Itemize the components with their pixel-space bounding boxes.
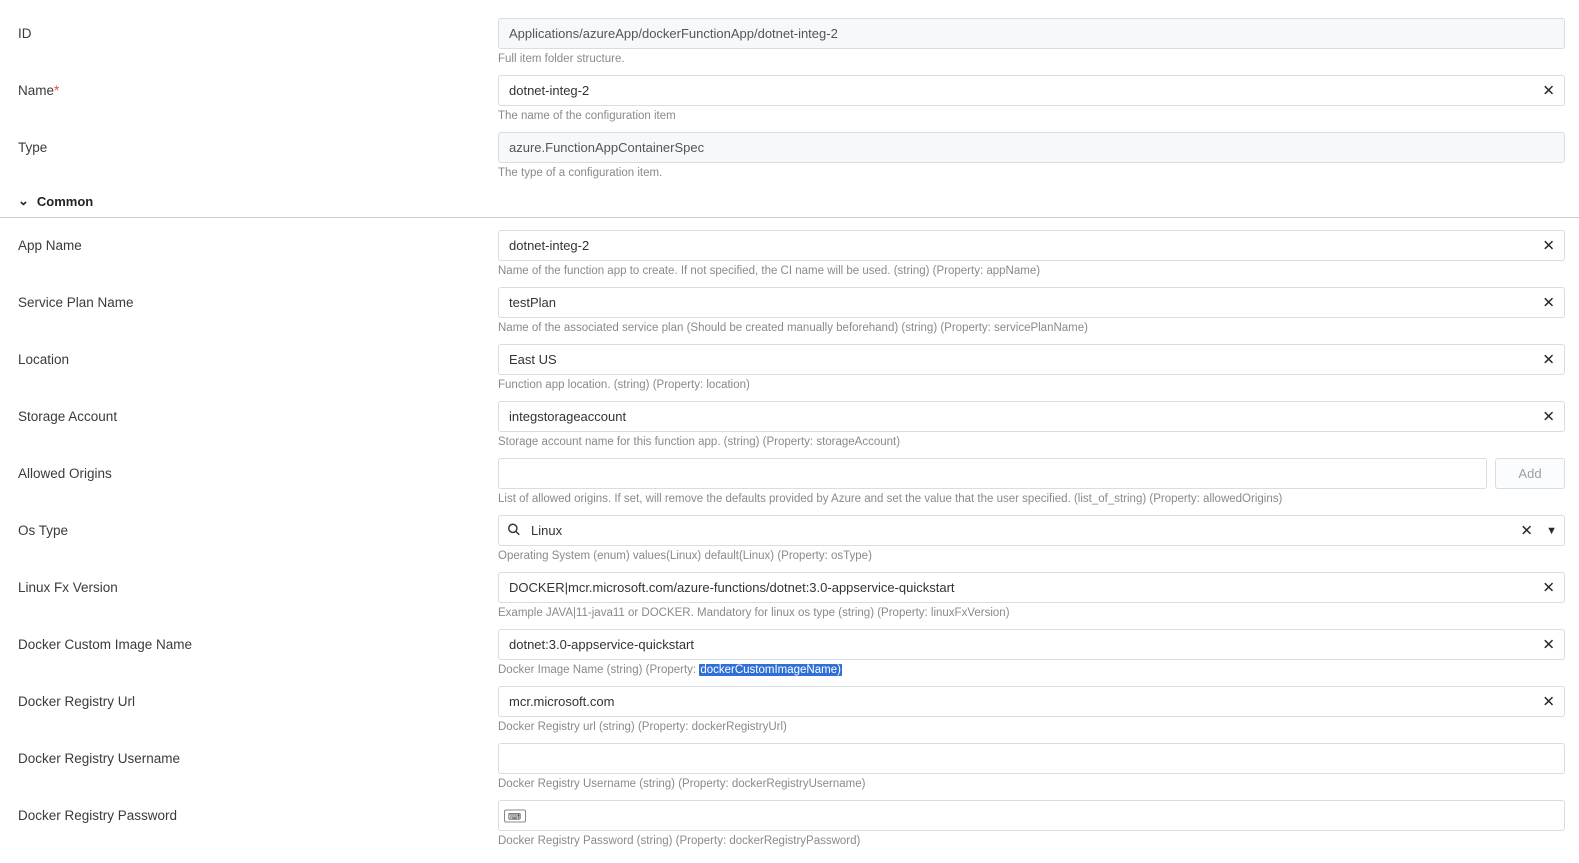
appname-clear-icon[interactable]: ✕: [1538, 234, 1559, 257]
name-clear-icon[interactable]: ✕: [1538, 79, 1559, 102]
allowedorigins-input[interactable]: [498, 458, 1487, 489]
registryuser-input[interactable]: [498, 743, 1565, 774]
linuxfx-input[interactable]: [498, 572, 1565, 603]
storage-clear-icon[interactable]: ✕: [1538, 405, 1559, 428]
registrypw-input[interactable]: [498, 800, 1565, 831]
registryurl-help: Docker Registry url (string) (Property: …: [498, 721, 1565, 733]
type-label: Type: [18, 132, 498, 155]
id-label: ID: [18, 18, 498, 41]
appname-label: App Name: [18, 230, 498, 253]
ostype-clear-icon[interactable]: ✕: [1516, 519, 1537, 542]
linuxfx-help: Example JAVA|11-java11 or DOCKER. Mandat…: [498, 607, 1565, 619]
serviceplan-input[interactable]: [498, 287, 1565, 318]
linuxfx-label: Linux Fx Version: [18, 572, 498, 595]
registryurl-label: Docker Registry Url: [18, 686, 498, 709]
registrypw-label: Docker Registry Password: [18, 800, 498, 823]
appname-input[interactable]: [498, 230, 1565, 261]
name-label: Name*: [18, 75, 498, 98]
registryurl-clear-icon[interactable]: ✕: [1538, 690, 1559, 713]
name-help: The name of the configuration item: [498, 110, 1565, 122]
ostype-label: Os Type: [18, 515, 498, 538]
ostype-select[interactable]: [498, 515, 1565, 546]
highlighted-text: dockerCustomImageName): [699, 664, 842, 676]
serviceplan-help: Name of the associated service plan (Sho…: [498, 322, 1565, 334]
keyboard-icon: ⌨: [504, 809, 526, 822]
dockerimage-clear-icon[interactable]: ✕: [1538, 633, 1559, 656]
registryuser-label: Docker Registry Username: [18, 743, 498, 766]
ostype-help: Operating System (enum) values(Linux) de…: [498, 550, 1565, 562]
dockerimage-help: Docker Image Name (string) (Property: do…: [498, 664, 1565, 676]
storage-input[interactable]: [498, 401, 1565, 432]
location-clear-icon[interactable]: ✕: [1538, 348, 1559, 371]
dockerimage-input[interactable]: [498, 629, 1565, 660]
storage-label: Storage Account: [18, 401, 498, 424]
allowedorigins-label: Allowed Origins: [18, 458, 498, 481]
name-input[interactable]: [498, 75, 1565, 106]
allowedorigins-help: List of allowed origins. If set, will re…: [498, 493, 1565, 505]
storage-help: Storage account name for this function a…: [498, 436, 1565, 448]
location-label: Location: [18, 344, 498, 367]
type-field: azure.FunctionAppContainerSpec: [498, 132, 1565, 163]
registrypw-help: Docker Registry Password (string) (Prope…: [498, 835, 1565, 847]
appname-help: Name of the function app to create. If n…: [498, 265, 1565, 277]
common-section-toggle[interactable]: ⌄ Common: [18, 191, 93, 211]
location-help: Function app location. (string) (Propert…: [498, 379, 1565, 391]
registryurl-input[interactable]: [498, 686, 1565, 717]
dockerimage-label: Docker Custom Image Name: [18, 629, 498, 652]
serviceplan-label: Service Plan Name: [18, 287, 498, 310]
registryuser-help: Docker Registry Username (string) (Prope…: [498, 778, 1565, 790]
chevron-down-icon: ⌄: [18, 193, 29, 209]
linuxfx-clear-icon[interactable]: ✕: [1538, 576, 1559, 599]
location-input[interactable]: [498, 344, 1565, 375]
type-help: The type of a configuration item.: [498, 167, 1565, 179]
id-field: Applications/azureApp/dockerFunctionApp/…: [498, 18, 1565, 49]
allowedorigins-add-button[interactable]: Add: [1495, 458, 1565, 489]
serviceplan-clear-icon[interactable]: ✕: [1538, 291, 1559, 314]
id-help: Full item folder structure.: [498, 53, 1565, 65]
